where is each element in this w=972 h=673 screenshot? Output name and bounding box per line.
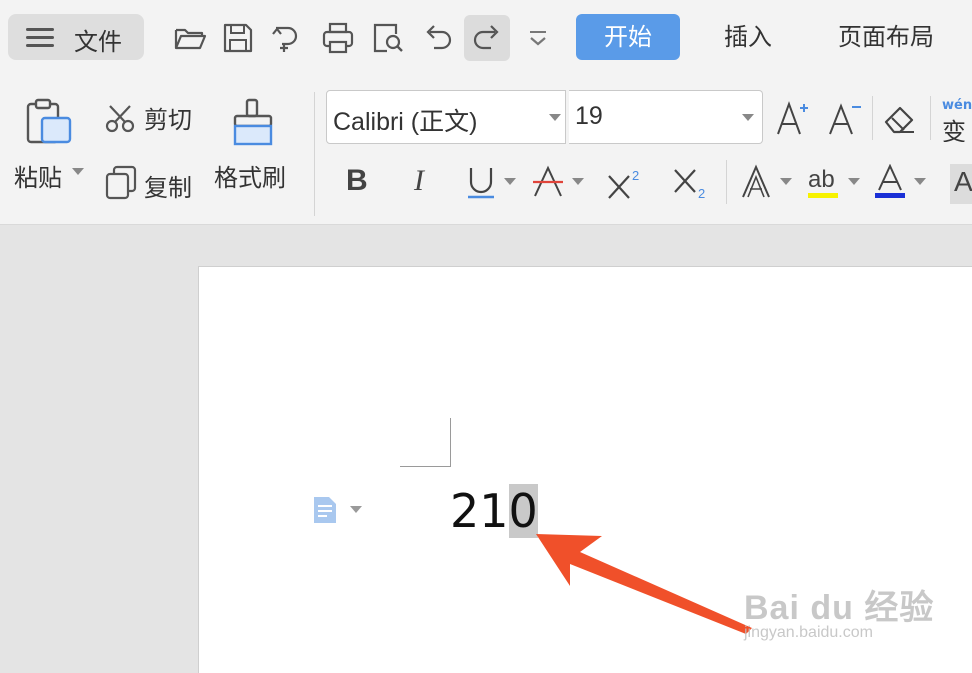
shrink-font-button[interactable]: [828, 98, 864, 138]
print-icon[interactable]: [320, 20, 356, 56]
chevron-down-icon: [504, 178, 516, 185]
more-chevron-icon[interactable]: [520, 20, 556, 56]
paste-icon: [26, 98, 72, 144]
chevron-down-icon: [742, 114, 754, 121]
svg-text:2: 2: [632, 168, 639, 183]
export-icon[interactable]: [270, 20, 306, 56]
cut-label: 剪切: [144, 106, 192, 134]
pinyin-char: 变: [942, 118, 966, 142]
copy-button[interactable]: 复制: [104, 164, 204, 202]
font-size-value: 19: [575, 102, 603, 130]
font-color-button[interactable]: [874, 164, 928, 204]
unselected-text: 21: [450, 484, 509, 538]
cut-button[interactable]: 剪切: [104, 100, 204, 136]
paragraph-icon: [314, 497, 336, 523]
format-painter-button[interactable]: [228, 98, 278, 150]
redo-button[interactable]: [464, 15, 510, 61]
tab-page-layout[interactable]: 页面布局: [820, 14, 952, 60]
tab-home[interactable]: 开始: [576, 14, 680, 60]
text-effect-button[interactable]: [740, 164, 794, 204]
text-effect-icon: [742, 164, 770, 198]
annotation-arrow: [536, 534, 752, 634]
divider: [726, 160, 727, 204]
highlight-icon: ab: [808, 166, 835, 193]
pinyin-guide-button[interactable]: wén 变: [940, 98, 972, 142]
file-menu-label: 文件: [74, 28, 122, 56]
underline-button[interactable]: [466, 164, 520, 204]
margin-corner-mark: [400, 418, 451, 467]
document-text[interactable]: 210: [450, 484, 538, 538]
chevron-down-icon: [350, 506, 362, 513]
paste-dropdown-icon[interactable]: [72, 168, 84, 175]
paste-button[interactable]: [20, 96, 80, 152]
superscript-button[interactable]: 2: [606, 164, 644, 204]
file-menu-button[interactable]: 文件: [8, 14, 144, 60]
italic-button[interactable]: I: [414, 164, 424, 204]
underline-icon: [468, 168, 494, 199]
watermark-url: jingyan.baidu.com: [744, 624, 873, 641]
character-shading-button[interactable]: A: [950, 164, 972, 204]
format-painter-label[interactable]: 格式刷: [214, 158, 286, 193]
hamburger-icon: [26, 28, 54, 47]
chevron-down-icon: [549, 114, 561, 121]
chevron-down-icon: [572, 178, 584, 185]
pinyin-label: wén: [942, 98, 972, 113]
divider: [930, 96, 931, 140]
copy-label: 复制: [144, 174, 192, 202]
chevron-down-icon: [780, 178, 792, 185]
scissors-icon: [105, 105, 135, 133]
superscript-icon: 2: [608, 168, 639, 199]
character-shading-icon: A: [954, 166, 972, 197]
chevron-down-icon: [914, 178, 926, 185]
format-painter-icon: [233, 98, 273, 146]
undo-icon[interactable]: [420, 20, 456, 56]
highlight-color-bar: [808, 193, 838, 198]
open-folder-icon[interactable]: [172, 20, 208, 56]
print-preview-icon[interactable]: [370, 20, 406, 56]
font-name-select[interactable]: Calibri (正文): [326, 90, 566, 144]
divider: [872, 96, 873, 140]
subscript-button[interactable]: 2: [672, 164, 710, 204]
tab-insert[interactable]: 插入: [706, 14, 790, 60]
bold-button[interactable]: B: [346, 164, 368, 204]
shrink-font-icon: [829, 103, 861, 135]
divider: [314, 92, 315, 216]
font-color-icon: [875, 164, 905, 198]
chevron-down-icon: [848, 178, 860, 185]
paragraph-layout-button[interactable]: [312, 496, 362, 524]
watermark-logo-text: Bai du 经验: [744, 589, 935, 627]
grow-font-icon: [777, 101, 808, 135]
redo-icon: [473, 25, 499, 50]
copy-icon: [105, 165, 137, 200]
strikethrough-icon: [533, 165, 563, 197]
clear-format-button[interactable]: [882, 100, 918, 136]
font-size-select[interactable]: 19: [569, 90, 763, 144]
subscript-icon: 2: [674, 169, 705, 201]
save-icon[interactable]: [220, 20, 256, 56]
paste-label[interactable]: 粘贴: [14, 158, 62, 193]
highlight-button[interactable]: ab: [808, 164, 862, 204]
watermark: Bai du 经验 jingyan.baidu.com: [744, 580, 935, 641]
svg-text:2: 2: [698, 186, 705, 201]
strikethrough-button[interactable]: [532, 164, 586, 204]
grow-font-button[interactable]: [776, 98, 812, 138]
font-name-value: Calibri (正文): [333, 108, 478, 136]
eraser-icon: [884, 106, 914, 134]
